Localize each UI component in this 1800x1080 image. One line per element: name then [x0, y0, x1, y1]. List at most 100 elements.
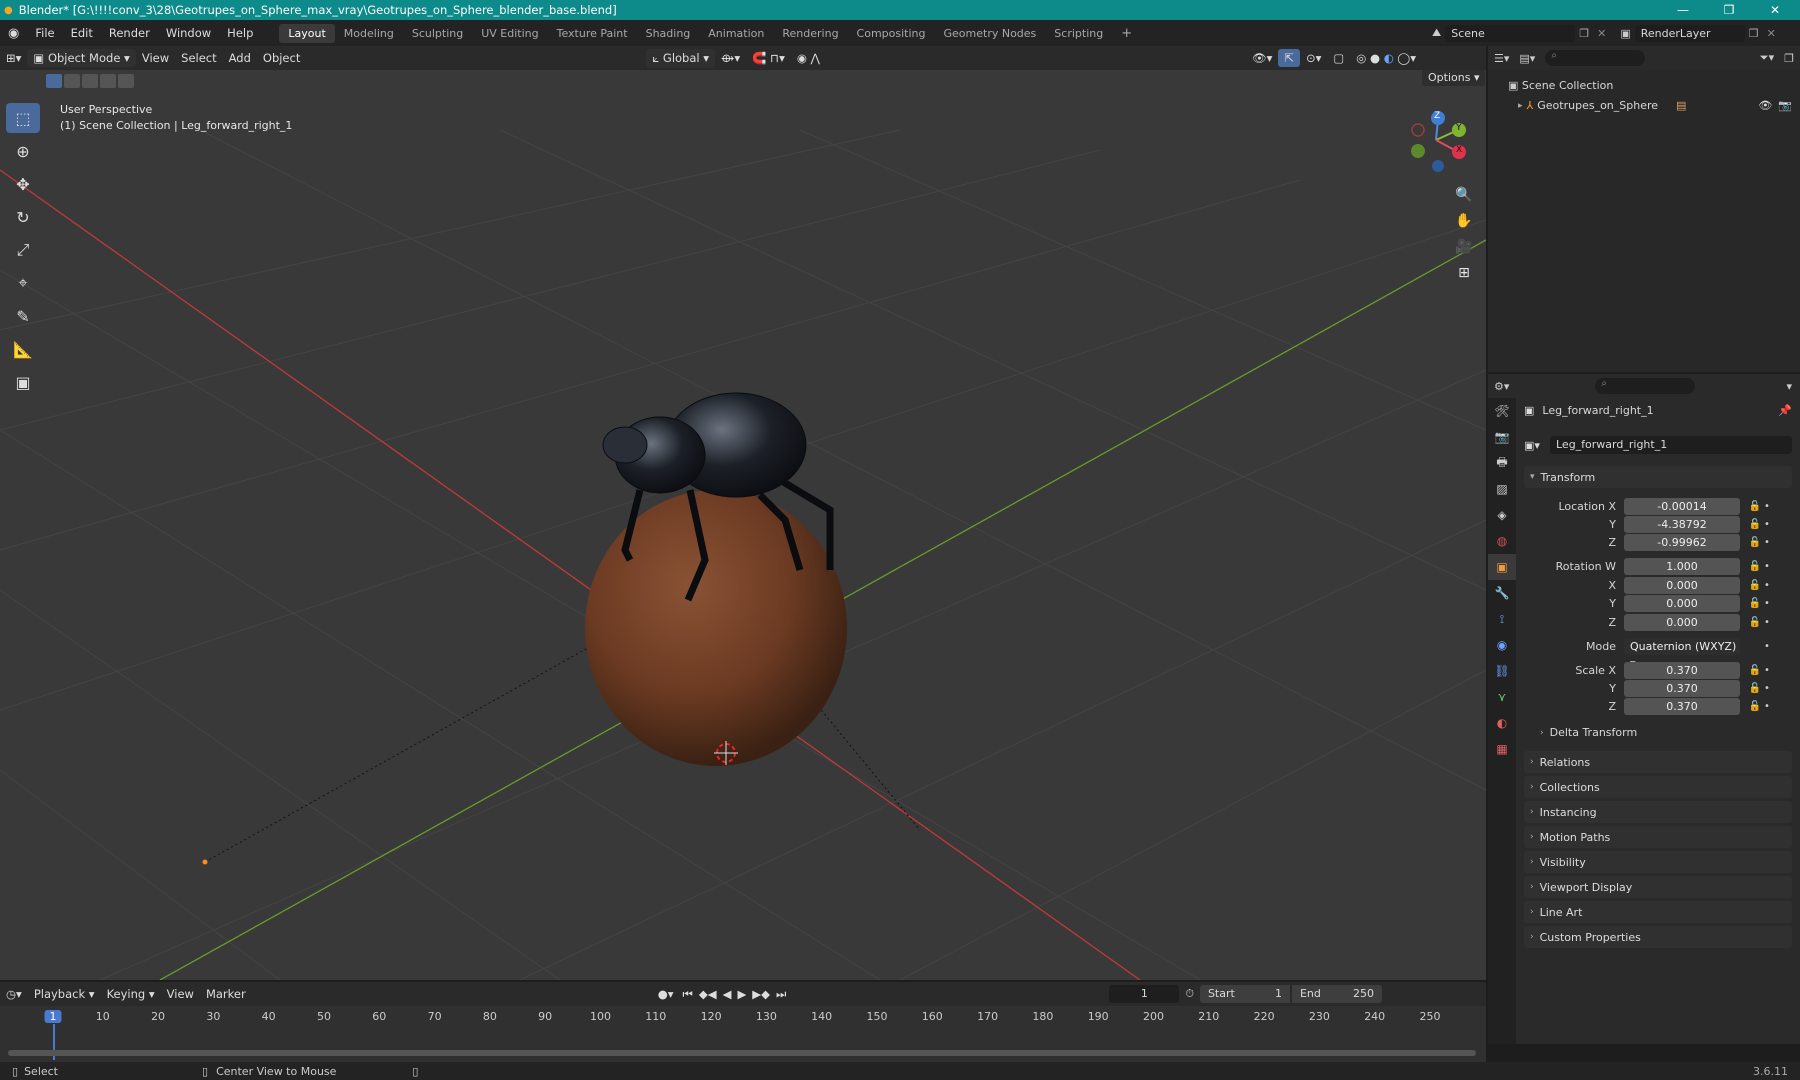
- delete-scene-icon[interactable]: ✕: [1593, 27, 1610, 40]
- end-frame-field[interactable]: End 250: [1291, 985, 1382, 1003]
- scene-icon[interactable]: ⛰: [1428, 26, 1445, 40]
- lock-icon[interactable]: 🔓: [1746, 580, 1764, 591]
- delta-transform-subpanel[interactable]: › Delta Transform: [1540, 726, 1637, 739]
- annotate-tool-icon[interactable]: ✎: [6, 301, 40, 331]
- keyframe-dot-icon[interactable]: •: [1764, 598, 1774, 609]
- object-name-field[interactable]: Leg_forward_right_1: [1550, 436, 1792, 454]
- location-y-field[interactable]: -4.38792: [1624, 516, 1740, 533]
- menu-timeline-view[interactable]: View: [161, 985, 200, 1003]
- blender-menu-icon[interactable]: ◉: [0, 26, 27, 41]
- location-z-field[interactable]: -0.99962: [1624, 534, 1740, 551]
- keyframe-dot-icon[interactable]: •: [1764, 683, 1774, 694]
- scale-x-field[interactable]: 0.370: [1624, 662, 1740, 679]
- particles-tab-icon[interactable]: ⟟: [1488, 606, 1516, 632]
- keyframe-dot-icon[interactable]: •: [1764, 617, 1774, 628]
- properties-editor-icon[interactable]: ⚙▾: [1494, 380, 1509, 393]
- keyframe-dot-icon[interactable]: •: [1764, 519, 1774, 530]
- lock-icon[interactable]: 🔓: [1746, 617, 1764, 628]
- current-frame-field[interactable]: 1: [1109, 985, 1180, 1003]
- timeline-scrollbar[interactable]: [8, 1050, 1476, 1056]
- new-collection-icon[interactable]: ❐: [1784, 52, 1800, 65]
- lock-icon[interactable]: 🔓: [1746, 683, 1764, 694]
- start-frame-field[interactable]: Start 1: [1199, 985, 1290, 1003]
- panel-visibility[interactable]: › Visibility: [1524, 851, 1792, 873]
- add-workspace-icon[interactable]: +: [1112, 23, 1141, 44]
- menu-window[interactable]: Window: [158, 26, 219, 40]
- delete-layer-icon[interactable]: ✕: [1763, 27, 1780, 40]
- outliner-search-input[interactable]: ⌕: [1545, 50, 1646, 66]
- location-x-field[interactable]: -0.00014: [1624, 498, 1740, 515]
- play-reverse-icon[interactable]: ◀: [720, 985, 735, 1003]
- view-layer-tab-icon[interactable]: ▨: [1488, 476, 1516, 502]
- camera-view-icon[interactable]: 🎥: [1450, 234, 1478, 260]
- tab-modeling[interactable]: Modeling: [335, 24, 403, 43]
- texture-tab-icon[interactable]: ▦: [1488, 736, 1516, 762]
- lock-icon[interactable]: 🔓: [1746, 665, 1764, 676]
- tab-geometry-nodes[interactable]: Geometry Nodes: [935, 24, 1046, 43]
- pan-hand-icon[interactable]: ✋: [1450, 208, 1478, 234]
- menu-object[interactable]: Object: [257, 49, 306, 67]
- display-mode-icon[interactable]: ▤▾: [1519, 52, 1535, 65]
- timeline-area[interactable]: 1 10 20 30 40 50 60 70 80 90 100 110 120 130 140 150 160…: [0, 1006, 1486, 1062]
- timeline-editor-icon[interactable]: ◷▾: [0, 985, 28, 1003]
- transform-panel-header[interactable]: ▾ Transform: [1524, 466, 1792, 488]
- output-tab-icon[interactable]: 🖶: [1488, 450, 1516, 476]
- pivot-icon[interactable]: ⟴▾: [715, 49, 746, 67]
- rotation-w-field[interactable]: 1.000: [1624, 558, 1740, 575]
- rotation-x-field[interactable]: 0.000: [1624, 577, 1740, 594]
- tab-scripting[interactable]: Scripting: [1045, 24, 1112, 43]
- lock-icon[interactable]: 🔓: [1746, 701, 1764, 712]
- auto-keying-icon[interactable]: ●▾: [652, 985, 680, 1003]
- navigation-gizmo[interactable]: Z Y X: [1406, 106, 1476, 176]
- transform-tool-icon[interactable]: ⌖: [6, 268, 40, 298]
- menu-keying[interactable]: Keying ▾: [101, 985, 161, 1003]
- keyframe-dot-icon[interactable]: •: [1764, 580, 1774, 591]
- tab-texture-paint[interactable]: Texture Paint: [548, 24, 637, 43]
- modifier-tab-icon[interactable]: 🔧: [1488, 580, 1516, 606]
- minimize-button[interactable]: —: [1664, 0, 1702, 20]
- render-tab-icon[interactable]: 📷: [1488, 424, 1516, 450]
- data-tab-icon[interactable]: ⋎: [1488, 684, 1516, 710]
- new-scene-icon[interactable]: ❐: [1575, 27, 1593, 40]
- scene-tab-icon[interactable]: ◈: [1488, 502, 1516, 528]
- properties-search-input[interactable]: ⌕: [1595, 378, 1696, 394]
- jump-keyframe-back-icon[interactable]: ◆◀: [696, 985, 720, 1003]
- proportional-edit-icon[interactable]: ◉ ⋀: [791, 49, 826, 67]
- tab-uv-editing[interactable]: UV Editing: [472, 24, 547, 43]
- menu-file[interactable]: File: [27, 26, 62, 40]
- overlay-toggle-icon[interactable]: ⊙▾: [1300, 49, 1327, 67]
- frame-ruler[interactable]: 1 10 20 30 40 50 60 70 80 90 100 110 120 130 140 150 160…: [0, 1006, 1486, 1026]
- stopwatch-icon[interactable]: ⏱: [1179, 987, 1200, 1001]
- panel-line-art[interactable]: › Line Art: [1524, 901, 1792, 923]
- panel-motion-paths[interactable]: › Motion Paths: [1524, 826, 1792, 848]
- eye-icon[interactable]: 👁: [1758, 96, 1778, 116]
- dung-ball[interactable]: [585, 490, 847, 766]
- zoom-icon[interactable]: 🔍: [1450, 182, 1478, 208]
- select-invert-icon[interactable]: [100, 74, 116, 88]
- maximize-button[interactable]: ❐: [1710, 0, 1748, 20]
- filter-icon[interactable]: ⏷▾: [1760, 51, 1774, 65]
- datablock-type-icon[interactable]: ▣▾: [1524, 439, 1550, 452]
- visibility-icon[interactable]: 👁▾: [1246, 49, 1278, 67]
- measure-tool-icon[interactable]: 📐: [6, 334, 40, 364]
- tab-rendering[interactable]: Rendering: [773, 24, 847, 43]
- select-box-icon[interactable]: ⬚: [6, 103, 40, 133]
- outliner-object-row[interactable]: ▸ ⅄ Geotrupes_on_Sphere ▤ 👁 📷: [1508, 96, 1800, 116]
- rotation-mode-dropdown[interactable]: Quaternion (WXYZ) ▾: [1624, 638, 1740, 670]
- editor-type-icon[interactable]: ⊞▾: [0, 49, 27, 67]
- lock-icon[interactable]: 🔓: [1746, 501, 1764, 512]
- menu-add[interactable]: Add: [223, 49, 257, 67]
- select-new-icon[interactable]: [46, 74, 62, 88]
- panel-viewport-display[interactable]: › Viewport Display: [1524, 876, 1792, 898]
- move-tool-icon[interactable]: ✥: [6, 169, 40, 199]
- tab-shading[interactable]: Shading: [637, 24, 700, 43]
- panel-custom-properties[interactable]: › Custom Properties: [1524, 926, 1792, 948]
- tool-tab-icon[interactable]: 🛠: [1488, 398, 1516, 424]
- panel-instancing[interactable]: › Instancing: [1524, 801, 1792, 823]
- select-intersect-icon[interactable]: [118, 74, 134, 88]
- panel-collections[interactable]: › Collections: [1524, 776, 1792, 798]
- lock-icon[interactable]: 🔓: [1746, 519, 1764, 530]
- gizmo-toggle-icon[interactable]: ⇱: [1278, 49, 1300, 67]
- menu-view[interactable]: View: [136, 49, 175, 67]
- lock-icon[interactable]: 🔓: [1746, 537, 1764, 548]
